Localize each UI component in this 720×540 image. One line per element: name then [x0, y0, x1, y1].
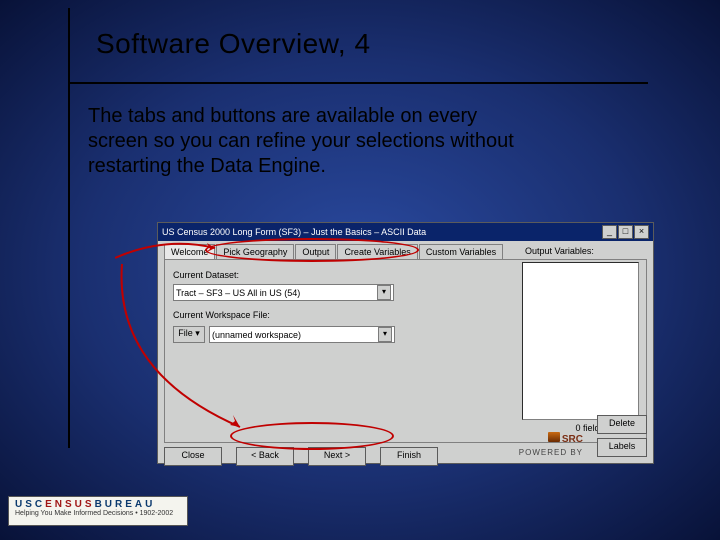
maximize-button[interactable]: □: [618, 225, 633, 239]
logo-tagline: Helping You Make Informed Decisions • 19…: [15, 510, 181, 517]
file-menu-button[interactable]: File ▾: [173, 326, 205, 343]
tab-output[interactable]: Output: [295, 244, 336, 260]
tab-custom-variables[interactable]: Custom Variables: [419, 244, 503, 260]
workspace-combo[interactable]: (unnamed workspace) ▾: [209, 326, 395, 343]
tab-panel: Current Dataset: Tract – SF3 – US All in…: [164, 259, 647, 443]
dataset-value: Tract – SF3 – US All in US (54): [176, 288, 300, 298]
labels-button[interactable]: Labels: [597, 438, 647, 457]
window-title: US Census 2000 Long Form (SF3) – Just th…: [162, 227, 426, 237]
tab-pick-geography[interactable]: Pick Geography: [216, 244, 294, 260]
chevron-down-icon: ▾: [378, 327, 392, 342]
delete-button[interactable]: Delete: [597, 415, 647, 434]
back-button[interactable]: < Back: [236, 447, 294, 466]
app-window: US Census 2000 Long Form (SF3) – Just th…: [157, 222, 654, 464]
src-icon: [548, 432, 560, 442]
tab-create-variables[interactable]: Create Variables: [337, 244, 417, 260]
powered-by-label: POWERED BY: [519, 448, 583, 457]
close-button[interactable]: Close: [164, 447, 222, 466]
titlebar: US Census 2000 Long Form (SF3) – Just th…: [158, 223, 653, 241]
output-vars-listbox[interactable]: [522, 262, 639, 420]
dataset-combo[interactable]: Tract – SF3 – US All in US (54) ▾: [173, 284, 394, 301]
tab-welcome[interactable]: Welcome: [164, 244, 215, 260]
slide-title: Software Overview, 4: [96, 28, 371, 60]
minimize-button[interactable]: _: [602, 225, 617, 239]
close-window-button[interactable]: ×: [634, 225, 649, 239]
dataset-label: Current Dataset:: [173, 270, 239, 280]
workspace-label: Current Workspace File:: [173, 310, 270, 320]
rule-vertical: [68, 8, 70, 448]
next-button[interactable]: Next >: [308, 447, 366, 466]
census-bureau-logo: USCENSUSBUREAU Helping You Make Informed…: [8, 496, 188, 526]
chevron-down-icon: ▾: [377, 285, 391, 300]
workspace-value: (unnamed workspace): [212, 330, 301, 340]
finish-button[interactable]: Finish: [380, 447, 438, 466]
rule-horizontal: [68, 82, 648, 84]
output-vars-label: Output Variables:: [525, 246, 594, 256]
src-logo: SRC: [548, 432, 583, 445]
slide-body-text: The tabs and buttons are available on ev…: [88, 104, 518, 179]
